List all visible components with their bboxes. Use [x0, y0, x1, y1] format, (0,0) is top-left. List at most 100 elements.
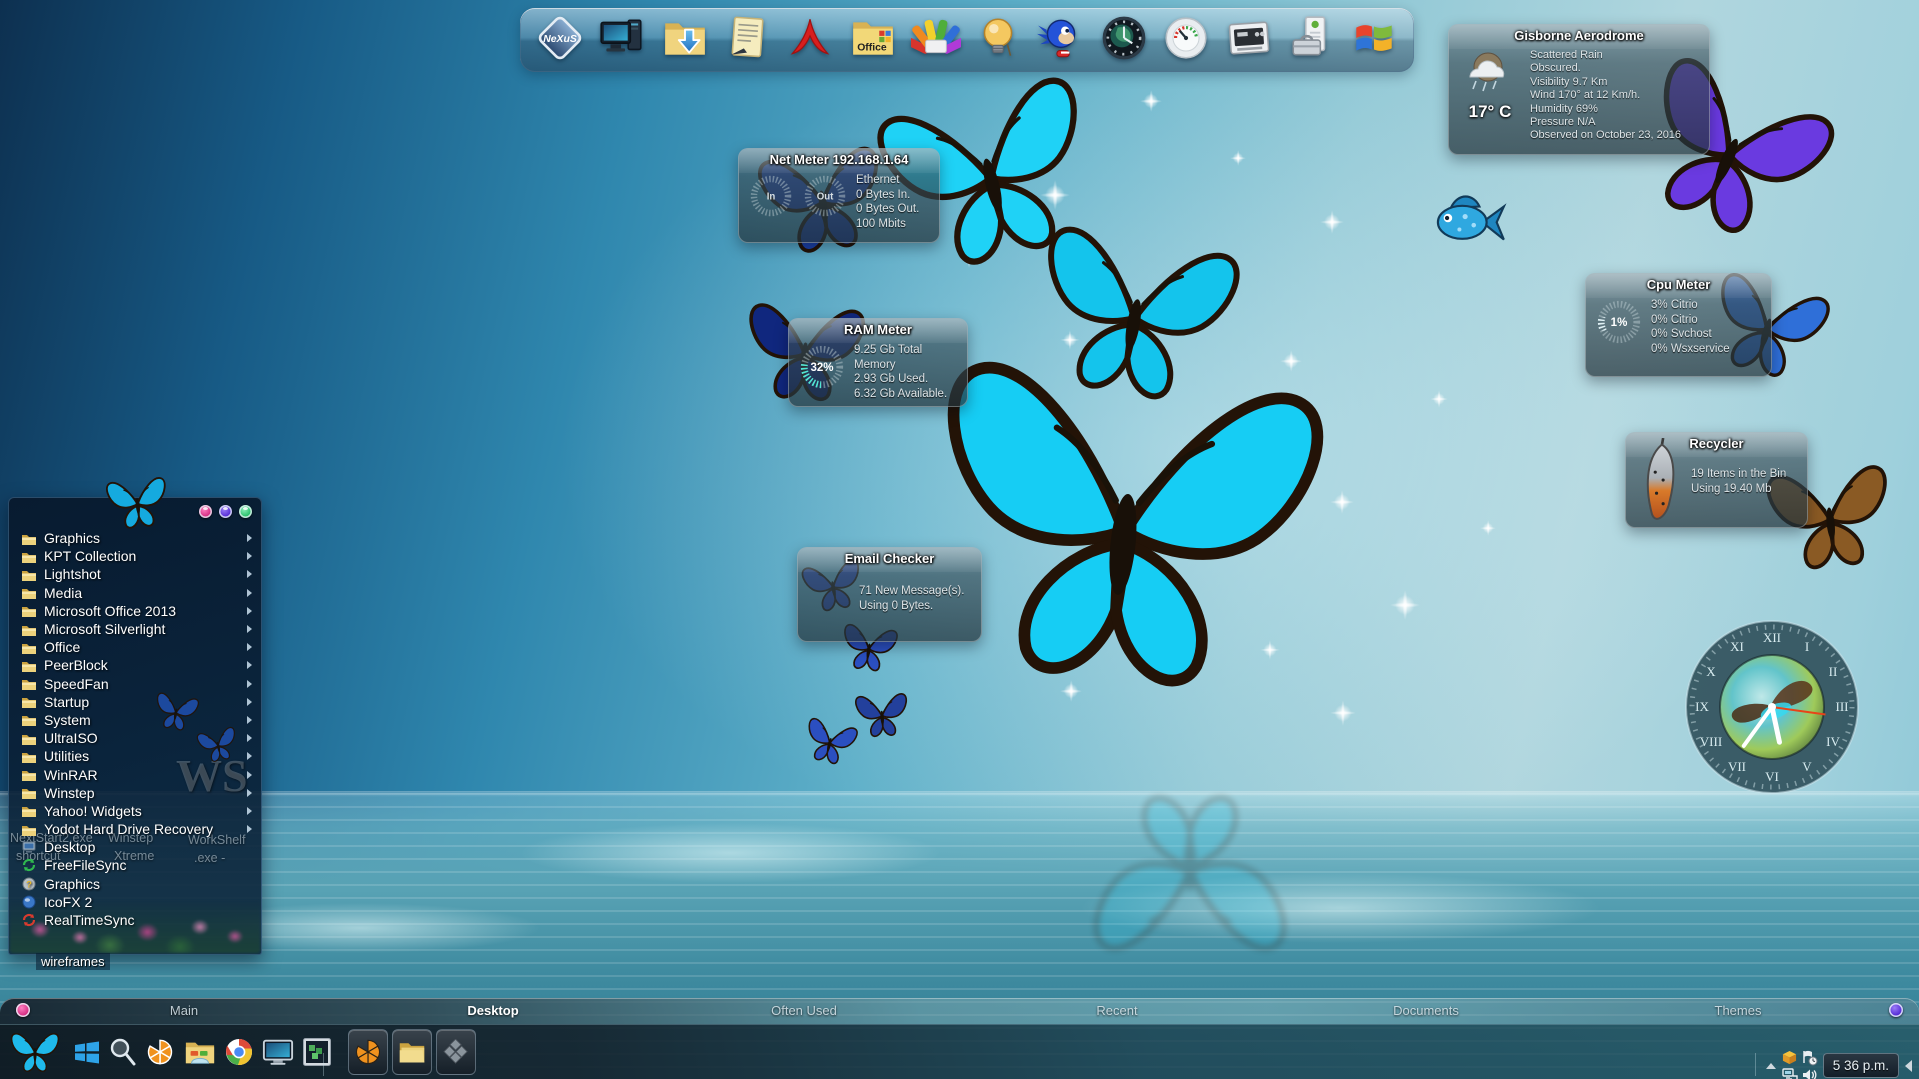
- menu-item-lightshot[interactable]: Lightshot: [8, 565, 262, 583]
- pinwheel-tile-button[interactable]: [348, 1029, 388, 1075]
- chrome-icon[interactable]: [224, 1037, 254, 1067]
- display-settings-icon[interactable]: [262, 1037, 294, 1067]
- apps-frame-icon[interactable]: [302, 1037, 332, 1067]
- chevron-right-icon: [247, 589, 252, 597]
- nexus-dock: NeXuS: [520, 8, 1414, 72]
- folder-tile-button[interactable]: [392, 1029, 432, 1075]
- windows-start-icon[interactable]: [72, 1037, 102, 1067]
- menu-item-peerblock[interactable]: PeerBlock: [8, 656, 262, 674]
- net-line: 100 Mbits: [856, 217, 919, 232]
- start-butterfly-button[interactable]: [6, 1027, 64, 1077]
- notes-document-icon[interactable]: [722, 12, 774, 64]
- menu-item-office[interactable]: Office: [8, 638, 262, 656]
- menu-item-freefilesync[interactable]: FreeFileSync: [8, 856, 262, 874]
- weather-widget[interactable]: Gisborne Aerodrome 17° C Scattered Rain …: [1448, 24, 1710, 155]
- sonic-icon[interactable]: [1035, 12, 1087, 64]
- menu-item-winstep[interactable]: Winstep: [8, 784, 262, 802]
- menu-item-yahoo-widgets[interactable]: Yahoo! Widgets: [8, 802, 262, 820]
- menu-item-media[interactable]: Media: [8, 584, 262, 602]
- tab-recent[interactable]: Recent: [1096, 1003, 1137, 1018]
- winstep-pinwheel-icon[interactable]: [146, 1038, 174, 1066]
- svg-text:In: In: [767, 192, 776, 203]
- sparkle: [1330, 700, 1356, 726]
- nexus-diamond-tile-button[interactable]: [436, 1029, 476, 1075]
- tray-network-icon[interactable]: [1782, 1068, 1798, 1079]
- taskbar-clock[interactable]: 5 36 p.m.: [1823, 1053, 1899, 1078]
- pin-orb-button[interactable]: [239, 505, 252, 518]
- menu-item-microsoft-silverlight[interactable]: Microsoft Silverlight: [8, 620, 262, 638]
- menu-item-startup[interactable]: Startup: [8, 693, 262, 711]
- tab-often-used[interactable]: Often Used: [771, 1003, 837, 1018]
- menu-item-label: Winstep: [44, 785, 240, 801]
- taskbar-right-orb-button[interactable]: [1889, 1003, 1903, 1017]
- menu-item-label: Startup: [44, 694, 240, 710]
- tray-cube-icon[interactable]: [1782, 1050, 1797, 1065]
- windows-logo-icon[interactable]: [1348, 12, 1400, 64]
- sparkle: [1320, 210, 1344, 234]
- tray-expand-icon[interactable]: [1765, 1061, 1777, 1071]
- svg-text:1%: 1%: [1611, 317, 1628, 329]
- tray-flag-clock-icon[interactable]: [1802, 1050, 1818, 1066]
- clock-numeral: VIII: [1700, 734, 1722, 749]
- menu-item-winrar[interactable]: WinRAR: [8, 765, 262, 783]
- pc-toolbox-icon[interactable]: [1286, 12, 1338, 64]
- downloads-folder-icon[interactable]: [659, 12, 711, 64]
- color-swatches-icon[interactable]: [910, 12, 962, 64]
- analog-clock-widget[interactable]: XII I II III IV V VI VII VIII IX X XI: [1684, 619, 1860, 795]
- ram-gauge: 32%: [798, 343, 846, 391]
- tab-desktop[interactable]: Desktop: [467, 1003, 518, 1018]
- weather-line: Visibility 9.7 Km: [1530, 76, 1681, 89]
- folder-icon: [21, 640, 37, 655]
- net-line: 0 Bytes Out.: [856, 202, 919, 217]
- light-bulb-icon[interactable]: [972, 12, 1024, 64]
- menu-item-desktop[interactable]: Desktop: [8, 838, 262, 856]
- menu-item-yodot-hard-drive-recovery[interactable]: Yodot Hard Drive Recovery: [8, 820, 262, 838]
- menu-item-label: Desktop: [44, 839, 252, 855]
- menu-item-realtimesync[interactable]: RealTimeSync: [8, 911, 262, 929]
- svg-text:32%: 32%: [810, 362, 833, 374]
- taskbar-separator: [323, 1053, 324, 1076]
- tab-main[interactable]: Main: [170, 1003, 198, 1018]
- menu-item-label: PeerBlock: [44, 657, 240, 673]
- menu-item-graphics-shortcut[interactable]: ?Graphics: [8, 875, 262, 893]
- file-explorer-icon[interactable]: [184, 1037, 216, 1067]
- chevron-right-icon: [247, 570, 252, 578]
- cpu-meter-widget[interactable]: Cpu Meter 1% 3% Citrio 0% Citrio 0% Svch…: [1585, 273, 1772, 377]
- folder-icon: [21, 822, 37, 837]
- recycler-line: 19 Items in the Bin: [1691, 467, 1786, 482]
- folder-icon: [21, 731, 37, 746]
- menu-item-speedfan[interactable]: SpeedFan: [8, 675, 262, 693]
- folder-icon: [21, 567, 37, 582]
- workstation-icon[interactable]: [597, 12, 649, 64]
- world-clock-icon[interactable]: [1098, 12, 1150, 64]
- nexus-logo-icon[interactable]: NeXuS: [534, 12, 586, 64]
- print-server-icon[interactable]: [1223, 12, 1275, 64]
- taskbar-left-orb-button[interactable]: [16, 1003, 30, 1017]
- desktop-icon-label[interactable]: wireframes: [36, 953, 110, 970]
- menu-item-kpt-collection[interactable]: KPT Collection: [8, 547, 262, 565]
- desktop-icon: [21, 840, 37, 855]
- tab-themes[interactable]: Themes: [1715, 1003, 1762, 1018]
- menu-item-icofx-2[interactable]: IcoFX 2: [8, 893, 262, 911]
- gauge-orb-icon[interactable]: [1160, 12, 1212, 64]
- tray-volume-icon[interactable]: [1802, 1068, 1818, 1079]
- email-checker-widget[interactable]: Email Checker 71 New Message(s). Using 0…: [797, 547, 982, 642]
- ram-meter-widget[interactable]: RAM Meter 32% 9.25 Gb Total Memory 2.93 …: [788, 318, 968, 407]
- net-in-gauge: In: [748, 173, 794, 219]
- search-icon[interactable]: [108, 1037, 136, 1067]
- sparkle: [1430, 390, 1448, 408]
- options-orb-button[interactable]: [219, 505, 232, 518]
- close-orb-button[interactable]: [199, 505, 212, 518]
- dock-edge-arrow-icon[interactable]: [1904, 1059, 1913, 1073]
- ms-office-folder-icon[interactable]: Office: [847, 12, 899, 64]
- tab-documents[interactable]: Documents: [1393, 1003, 1459, 1018]
- chevron-right-icon: [247, 771, 252, 779]
- sparkle: [1140, 90, 1162, 112]
- menu-orbs: [199, 505, 252, 518]
- sync-red-icon: [21, 913, 37, 928]
- acrobat-reader-icon[interactable]: [785, 12, 837, 64]
- net-meter-widget[interactable]: Net Meter 192.168.1.64 In Out Ethernet 0…: [738, 148, 940, 243]
- cpu-line: 0% Wsxservice: [1651, 342, 1730, 357]
- menu-item-microsoft-office-2013[interactable]: Microsoft Office 2013: [8, 602, 262, 620]
- clock-numeral: IX: [1695, 699, 1709, 714]
